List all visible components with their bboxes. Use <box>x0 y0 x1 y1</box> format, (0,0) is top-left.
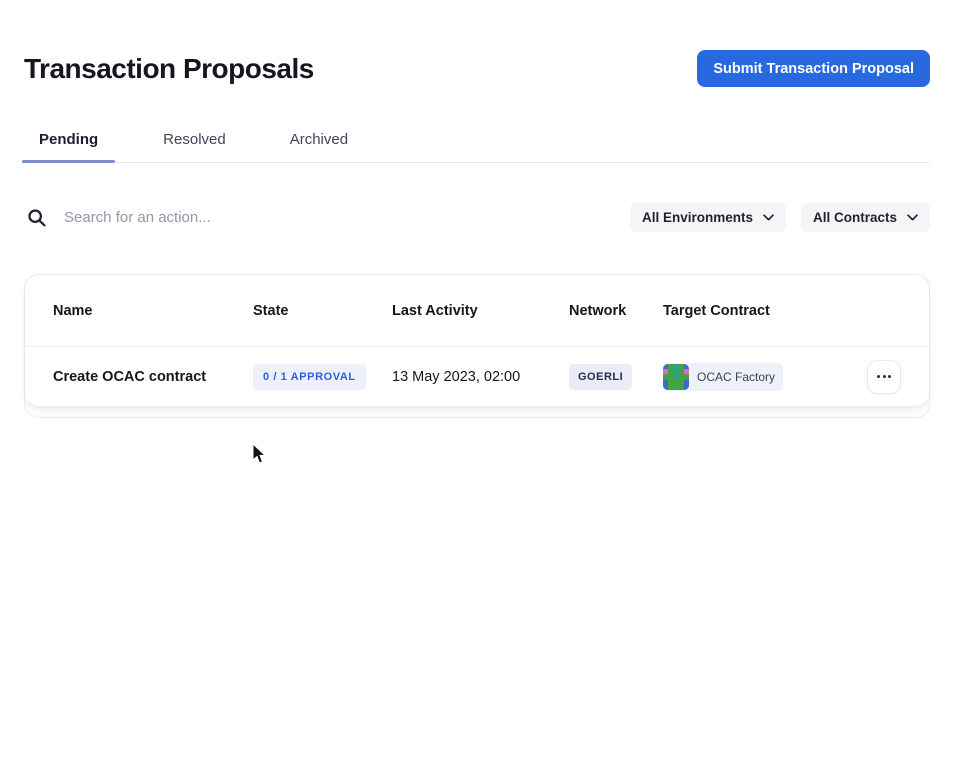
table-header-row: Name State Last Activity Network Target … <box>25 275 929 346</box>
contracts-filter-label: All Contracts <box>813 210 897 225</box>
submit-transaction-proposal-button[interactable]: Submit Transaction Proposal <box>697 50 930 87</box>
tab-bar: Pending Resolved Archived <box>22 123 930 163</box>
page-title: Transaction Proposals <box>24 53 314 85</box>
column-header-name: Name <box>53 303 253 319</box>
row-actions-menu-button[interactable] <box>867 360 901 394</box>
chevron-down-icon <box>763 214 774 221</box>
column-header-state: State <box>253 303 392 319</box>
tab-resolved[interactable]: Resolved <box>163 123 226 162</box>
ellipsis-icon <box>877 375 880 378</box>
target-contract-chip[interactable]: OCAC Factory <box>663 363 783 391</box>
column-header-last-activity: Last Activity <box>392 303 569 319</box>
page-header: Transaction Proposals Submit Transaction… <box>24 50 930 87</box>
chevron-down-icon <box>907 214 918 221</box>
target-contract-name: OCAC Factory <box>697 370 775 384</box>
contracts-filter-dropdown[interactable]: All Contracts <box>801 203 930 232</box>
proposal-name: Create OCAC contract <box>53 369 253 385</box>
filter-row: All Environments All Contracts <box>24 202 930 232</box>
tab-archived[interactable]: Archived <box>290 123 348 162</box>
column-header-target-contract: Target Contract <box>663 303 831 319</box>
table-row[interactable]: Create OCAC contract 0 / 1 APPROVAL 13 M… <box>25 346 929 406</box>
proposals-table-card: Name State Last Activity Network Target … <box>24 274 930 418</box>
last-activity-timestamp: 13 May 2023, 02:00 <box>392 369 569 385</box>
transaction-proposals-page: Transaction Proposals Submit Transaction… <box>0 50 964 418</box>
search-icon <box>26 207 47 228</box>
column-header-network: Network <box>569 303 663 319</box>
environments-filter-dropdown[interactable]: All Environments <box>630 203 786 232</box>
contract-blockie-avatar-icon <box>663 364 689 390</box>
search-input[interactable] <box>64 209 484 226</box>
network-badge: GOERLI <box>569 364 632 390</box>
tab-pending[interactable]: Pending <box>22 123 115 162</box>
approval-status-badge: 0 / 1 APPROVAL <box>253 364 366 390</box>
environments-filter-label: All Environments <box>642 210 753 225</box>
search-box <box>24 207 630 228</box>
proposals-table: Name State Last Activity Network Target … <box>25 275 929 406</box>
mouse-cursor-icon <box>252 443 267 465</box>
